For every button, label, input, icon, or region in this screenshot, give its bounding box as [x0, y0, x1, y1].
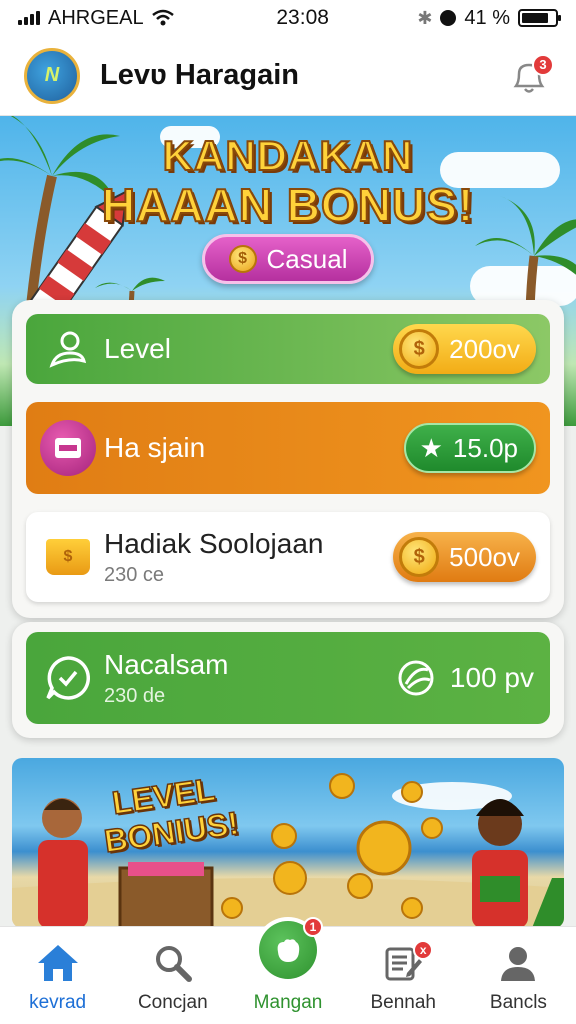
nav-label: Mangan — [253, 992, 323, 1013]
carrier-label: AHRGEAL — [48, 6, 144, 29]
level-bonus-banner[interactable]: LEVEL BONIUS! — [12, 758, 564, 928]
nav-badge: 1 — [303, 917, 323, 937]
nav-label: Bennah — [370, 992, 436, 1013]
reward-label: Ha sjain — [104, 432, 206, 463]
search-icon — [155, 946, 192, 982]
reward-sub: 230 de — [104, 684, 166, 707]
fist-icon — [277, 939, 300, 962]
battery-icon — [518, 9, 561, 27]
treasure-basket-icon: $ — [46, 539, 90, 575]
nav-item-bennah[interactable]: x Bennah — [346, 927, 461, 1024]
reward-value: 100 pv — [449, 662, 534, 693]
chat-check-icon — [46, 656, 91, 700]
signal-icon — [18, 11, 40, 25]
rewards-panel-2: Nacalsam 230 de 100 pv — [12, 622, 564, 738]
nav-item-search[interactable]: Concjan — [115, 927, 230, 1024]
nav-item-mangan[interactable]: 1 Mangan — [230, 917, 345, 1024]
app-header: N Levʋ Haragain 3 — [0, 36, 576, 116]
coin-icon: $ — [228, 245, 257, 273]
nav-item-home[interactable]: kevrad — [0, 927, 115, 1024]
reward-label: Level — [104, 333, 171, 364]
reward-value: 500ov — [449, 541, 520, 572]
home-icon — [37, 945, 78, 981]
reward-row-level[interactable]: Level $ 200ov — [26, 314, 550, 384]
nav-label: kevrad — [29, 992, 87, 1013]
hero-title-line1: KANDAKAN — [162, 131, 414, 180]
nav-label: Concjan — [137, 992, 208, 1013]
center-action-button[interactable]: 1 — [255, 917, 323, 983]
coin-icon: $ — [399, 329, 440, 369]
nav-item-profile[interactable]: Bancls — [461, 927, 576, 1024]
bottom-navigation: kevrad Concjan 1 Mangan x Bennah Bancls — [0, 917, 576, 1024]
nav-label: Bancls — [489, 992, 547, 1013]
bluetooth-icon: ✱ — [417, 7, 433, 28]
beach-scene — [12, 773, 564, 928]
reward-row-nacalsam[interactable]: Nacalsam 230 de 100 pv — [26, 632, 550, 724]
notification-button[interactable]: 3 — [508, 53, 554, 98]
reward-value: 15.0p — [452, 432, 518, 463]
reward-value-pill[interactable]: $ 200ov — [393, 324, 536, 374]
app-logo[interactable]: N — [24, 47, 80, 104]
nav-badge: x — [413, 940, 434, 960]
casual-mode-button[interactable]: $ Casual — [202, 234, 374, 284]
status-time: 23:08 — [276, 6, 329, 29]
coin-icon: $ — [399, 537, 440, 577]
casual-label: Casual — [266, 243, 348, 274]
reward-label: Nacalsam — [104, 648, 229, 680]
reward-value: 200ov — [449, 333, 520, 364]
hero-title-line2: HAAAN BONUS! — [101, 178, 475, 232]
reward-label: Hadiak Soolojaan — [104, 527, 324, 559]
page-title: Levʋ Haragain — [100, 59, 300, 91]
star-icon: ★ — [419, 432, 443, 463]
rewards-panel: Level $ 200ov Ha sjain ★ 15.0p $ Hadiak … — [12, 300, 564, 618]
reward-row-hadiak[interactable]: $ Hadiak Soolojaan 230 ce $ 500ov — [26, 512, 550, 602]
reward-value-pill[interactable]: $ 500ov — [393, 532, 536, 582]
reward-sub: 230 ce — [104, 563, 165, 586]
status-bar: AHRGEAL 23:08 ✱ 41 % — [0, 0, 576, 36]
coin-symbol: $ — [238, 250, 247, 267]
wifi-icon — [151, 9, 174, 26]
logo-letter: N — [44, 64, 60, 86]
notification-badge: 3 — [532, 53, 554, 76]
reward-row-hasjain[interactable]: Ha sjain ★ 15.0p — [26, 402, 550, 494]
user-icon — [49, 331, 87, 368]
leaf-icon — [398, 660, 434, 696]
gift-box-icon — [40, 420, 96, 476]
battery-percent: 41 % — [464, 6, 510, 29]
profile-icon — [501, 947, 536, 981]
reward-value-pill[interactable]: ★ 15.0p — [403, 423, 536, 473]
alarm-icon — [440, 10, 457, 26]
